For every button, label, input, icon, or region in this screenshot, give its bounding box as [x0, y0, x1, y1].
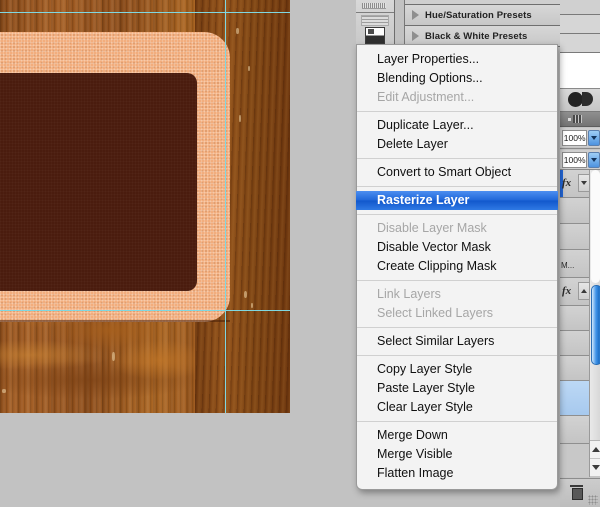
opacity-control[interactable]: 100% — [560, 128, 600, 147]
table-row[interactable] — [560, 356, 589, 381]
layer-thumbnails-icon[interactable] — [560, 89, 600, 112]
menu-separator — [357, 111, 557, 112]
menu-item-convert-to-smart-object[interactable]: Convert to Smart Object — [357, 163, 557, 182]
wood-speck — [112, 352, 115, 361]
wood-speck — [239, 115, 241, 122]
panel-white-area — [560, 53, 600, 89]
adjustment-layer-icon[interactable] — [365, 27, 385, 44]
chevron-down-icon[interactable] — [588, 129, 600, 146]
menu-item-link-layers: Link Layers — [377, 287, 441, 301]
menu-item-blending-options[interactable]: Blending Options... — [357, 69, 557, 88]
panel-header-row-1[interactable] — [560, 15, 600, 34]
guide-horizontal-top[interactable] — [0, 12, 290, 13]
table-row[interactable]: fx — [560, 170, 590, 198]
adjustments-presets-panel: Hue/Saturation Presets Black & White Pre… — [404, 0, 562, 47]
menu-item-flatten-image[interactable]: Flatten Image — [357, 464, 557, 483]
table-row[interactable] — [560, 416, 589, 444]
layers-scrollbar[interactable] — [589, 170, 600, 477]
menu-separator — [357, 327, 557, 328]
menu-item-merge-visible[interactable]: Merge Visible — [357, 445, 557, 464]
menu-item-clear-layer-style[interactable]: Clear Layer Style — [357, 398, 557, 417]
table-row[interactable] — [560, 331, 589, 356]
menu-separator — [357, 186, 557, 187]
wood-speck — [2, 389, 6, 393]
menu-item-duplicate-layer[interactable]: Duplicate Layer... — [357, 116, 557, 135]
panel-icon-strip[interactable] — [356, 0, 395, 47]
canvas-surround-bottom — [0, 413, 290, 507]
layer-effects-icon[interactable]: fx — [562, 177, 571, 189]
frame-photo-area — [0, 73, 197, 291]
link-layers-icon[interactable] — [568, 118, 571, 121]
panel-header-row-2[interactable] — [560, 34, 600, 53]
menu-item-edit-adjustment: Edit Adjustment... — [377, 90, 475, 104]
opacity-value[interactable]: 100% — [562, 129, 588, 146]
menu-item-disable-vector-mask[interactable]: Disable Vector Mask — [357, 238, 557, 257]
layers-panel-column: 100% 100% fx M... fx — [560, 0, 600, 507]
menu-item-create-clipping-mask[interactable]: Create Clipping Mask — [357, 257, 557, 276]
table-row[interactable] — [560, 198, 589, 224]
table-row[interactable] — [560, 306, 589, 331]
canvas-surround-right — [290, 0, 356, 507]
menu-item-select-linked-layers: Select Linked Layers — [377, 306, 494, 320]
lock-grid-icon[interactable] — [573, 115, 582, 123]
layers-panel-footer[interactable] — [560, 478, 600, 507]
trash-can — [572, 488, 583, 500]
menu-item-merge-down[interactable]: Merge Down — [357, 426, 557, 445]
disclosure-triangle-icon[interactable] — [412, 10, 419, 20]
panel-grip-icon[interactable] — [362, 3, 386, 9]
document-canvas[interactable] — [0, 0, 290, 413]
fill-control[interactable]: 100% — [560, 150, 600, 169]
scroll-down-arrow-icon[interactable] — [590, 459, 600, 477]
table-row-selected[interactable] — [560, 381, 589, 416]
menu-item-copy-layer-style[interactable]: Copy Layer Style — [357, 360, 557, 379]
menu-separator — [357, 280, 557, 281]
mask-half-circle-icon — [582, 92, 593, 106]
link-layers-row[interactable] — [560, 112, 600, 127]
layer-effects-icon[interactable]: fx — [562, 285, 571, 297]
preset-row-hue-saturation[interactable]: Hue/Saturation Presets — [405, 4, 561, 26]
table-row[interactable]: M... — [560, 250, 589, 278]
chevron-down-icon[interactable] — [588, 151, 600, 168]
scrollbar-buttons[interactable] — [590, 440, 600, 477]
table-row[interactable]: fx — [560, 278, 590, 306]
mat-edge-shadow — [0, 320, 230, 322]
menu-item-select-similar-layers[interactable]: Select Similar Layers — [357, 332, 557, 351]
divider — [356, 12, 394, 13]
guide-vertical-right[interactable] — [225, 0, 226, 413]
menu-separator — [357, 158, 557, 159]
menu-separator — [357, 421, 557, 422]
menu-item-layer-properties[interactable]: Layer Properties... — [357, 50, 557, 69]
scrollbar-thumb[interactable] — [591, 285, 600, 365]
preset-label: Black & White Presets — [425, 30, 528, 42]
layer-name-label: M... — [561, 261, 575, 270]
menu-item-paste-layer-style[interactable]: Paste Layer Style — [357, 379, 557, 398]
menu-item-disable-layer-mask: Disable Layer Mask — [377, 221, 487, 235]
menu-item-rasterize-layer[interactable]: Rasterize Layer — [356, 191, 558, 210]
table-row[interactable] — [560, 224, 589, 250]
menu-item-delete-layer[interactable]: Delete Layer — [357, 135, 557, 154]
resize-grip-icon[interactable] — [588, 495, 598, 505]
disclosure-triangle-icon[interactable] — [412, 31, 419, 41]
panel-list-icon — [361, 15, 389, 26]
fill-value[interactable]: 100% — [562, 151, 588, 168]
scrollbar-track[interactable] — [591, 170, 600, 283]
trash-lid — [570, 485, 583, 487]
menu-separator — [357, 355, 557, 356]
guide-horizontal-bottom[interactable] — [0, 310, 290, 311]
preset-label: Hue/Saturation Presets — [425, 9, 532, 21]
wood-speck — [236, 28, 239, 34]
scroll-up-arrow-icon[interactable] — [590, 441, 600, 459]
mask-circle-icon — [568, 92, 583, 107]
trash-icon[interactable] — [570, 485, 583, 500]
panel-tab-strip[interactable] — [560, 0, 600, 15]
wood-speck — [251, 303, 253, 308]
wood-speck — [244, 291, 247, 298]
menu-separator — [357, 214, 557, 215]
layer-context-menu[interactable]: Layer Properties... Blending Options... … — [356, 44, 558, 490]
wood-speck — [248, 66, 250, 71]
divider — [560, 148, 600, 149]
